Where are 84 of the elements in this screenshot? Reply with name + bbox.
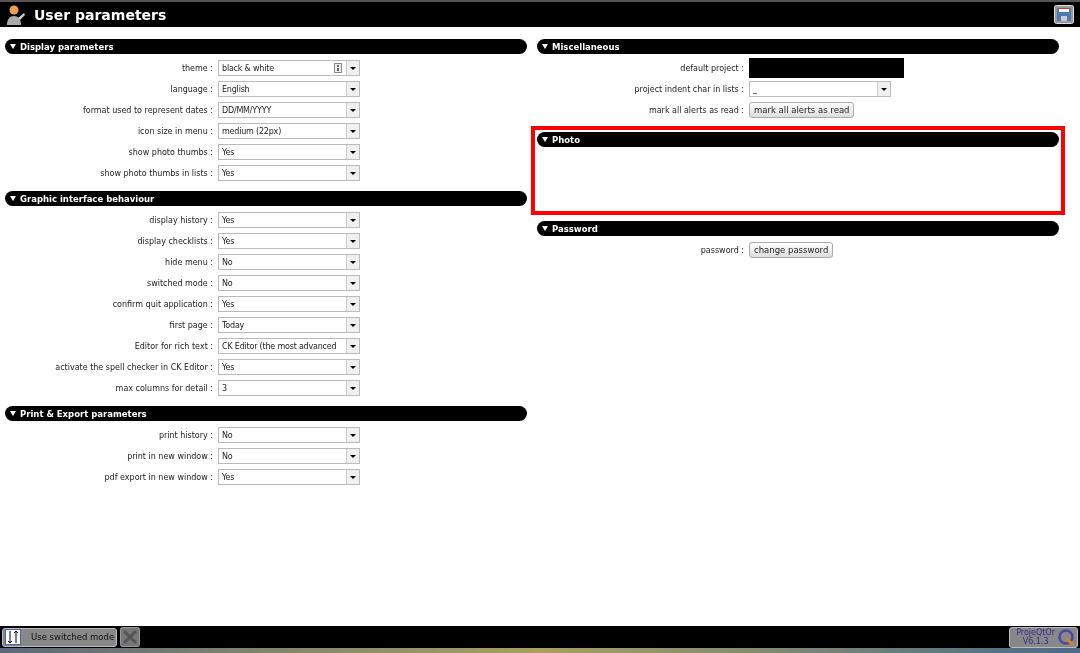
close-icon[interactable] bbox=[120, 627, 141, 647]
dropdown-field[interactable]: Yes bbox=[218, 469, 360, 485]
swap-icon bbox=[5, 629, 21, 645]
dropdown-field[interactable]: No bbox=[218, 275, 360, 291]
dropdown-field[interactable]: black & white bbox=[218, 60, 360, 76]
field-label: format used to represent dates : bbox=[81, 105, 214, 115]
switched-mode-button[interactable]: Use switched mode bbox=[2, 627, 118, 647]
field-label: show photo thumbs in lists : bbox=[99, 168, 214, 178]
field-label: password : bbox=[699, 245, 745, 255]
caret-icon bbox=[346, 255, 359, 269]
field-label: show photo thumbs : bbox=[127, 147, 214, 157]
caret-icon bbox=[346, 103, 359, 117]
field-label: print history : bbox=[157, 430, 214, 440]
logo-icon bbox=[1057, 628, 1075, 646]
caret-icon bbox=[346, 82, 359, 96]
caret-icon bbox=[346, 297, 359, 311]
section-header[interactable]: Password bbox=[537, 221, 1059, 236]
collapse-icon bbox=[10, 44, 16, 49]
dropdown-field[interactable]: No bbox=[218, 448, 360, 464]
collapse-icon bbox=[10, 411, 16, 416]
field-label: max columns for detail : bbox=[114, 383, 214, 393]
dropdown-field[interactable]: Today bbox=[218, 317, 360, 333]
field-label: activate the spell checker in CK Editor : bbox=[54, 362, 214, 372]
dropdown-field[interactable]: No bbox=[218, 427, 360, 443]
dropdown-field[interactable]: Yes bbox=[218, 233, 360, 249]
field-label: Editor for rich text : bbox=[133, 341, 214, 351]
dropdown-field[interactable]: English bbox=[218, 81, 360, 97]
window-title: User parameters bbox=[34, 6, 167, 23]
caret-icon bbox=[346, 234, 359, 248]
dropdown-field[interactable]: No bbox=[218, 254, 360, 270]
section-header[interactable]: Display parameters bbox=[5, 39, 527, 54]
dropdown-field[interactable]: DD/MM/YYYY bbox=[218, 102, 360, 118]
field-label: icon size in menu : bbox=[136, 126, 214, 136]
caret-icon bbox=[346, 449, 359, 463]
field-label: project indent char in lists : bbox=[633, 84, 745, 94]
collapse-icon bbox=[542, 226, 548, 231]
dropdown-field[interactable]: CK Editor (the most advanced bbox=[218, 338, 360, 354]
section-header[interactable]: Graphic interface behaviour bbox=[5, 191, 527, 206]
dropdown-field[interactable]: Yes bbox=[218, 359, 360, 375]
caret-icon bbox=[346, 360, 359, 374]
field-label: print in new window : bbox=[126, 451, 214, 461]
version-text: V6.1.3 bbox=[1022, 637, 1049, 646]
collapse-icon bbox=[542, 137, 548, 142]
caret-icon bbox=[346, 124, 359, 138]
dropdown-field[interactable]: Yes bbox=[218, 144, 360, 160]
caret-icon bbox=[346, 276, 359, 290]
section-header[interactable]: Photo bbox=[537, 132, 1059, 147]
action-button[interactable]: mark all alerts as read bbox=[749, 102, 855, 118]
field-label: language : bbox=[169, 84, 214, 94]
section-header[interactable]: Miscellaneous bbox=[537, 39, 1059, 54]
field-label: default project : bbox=[679, 63, 745, 73]
dropdown-field[interactable]: Yes bbox=[218, 296, 360, 312]
field-label: switched mode : bbox=[146, 278, 214, 288]
collapse-icon bbox=[542, 44, 548, 49]
collapse-icon bbox=[10, 196, 16, 201]
caret-icon bbox=[346, 470, 359, 484]
field-label: first page : bbox=[168, 320, 214, 330]
section-header[interactable]: Print & Export parameters bbox=[5, 406, 527, 421]
field-label: confirm quit application : bbox=[111, 299, 214, 309]
field-label: pdf export in new window : bbox=[103, 472, 214, 482]
save-icon[interactable] bbox=[1054, 5, 1074, 24]
dropdown-field[interactable]: Yes bbox=[218, 212, 360, 228]
caret-icon bbox=[346, 166, 359, 180]
caret-icon bbox=[877, 82, 890, 96]
field-label: display checklists : bbox=[136, 236, 214, 246]
dropdown-field[interactable]: _ bbox=[749, 81, 891, 97]
caret-icon bbox=[346, 339, 359, 353]
field-label: mark all alerts as read : bbox=[647, 105, 745, 115]
caret-icon bbox=[346, 61, 359, 75]
action-button[interactable]: change password bbox=[749, 242, 834, 258]
field-label: display history : bbox=[148, 215, 214, 225]
dropdown-field[interactable]: Yes bbox=[218, 165, 360, 181]
caret-icon bbox=[346, 145, 359, 159]
dropdown-field[interactable]: medium (22px) bbox=[218, 123, 360, 139]
info-icon bbox=[334, 63, 342, 73]
app-name: ProjeQtOr bbox=[1016, 628, 1055, 637]
caret-icon bbox=[346, 428, 359, 442]
caret-icon bbox=[346, 318, 359, 332]
user-wrench-icon bbox=[6, 3, 26, 26]
caret-icon bbox=[346, 213, 359, 227]
dropdown-field[interactable]: 3 bbox=[218, 380, 360, 396]
field-label: hide menu : bbox=[164, 257, 214, 267]
field-label: theme : bbox=[180, 63, 214, 73]
caret-icon bbox=[346, 381, 359, 395]
